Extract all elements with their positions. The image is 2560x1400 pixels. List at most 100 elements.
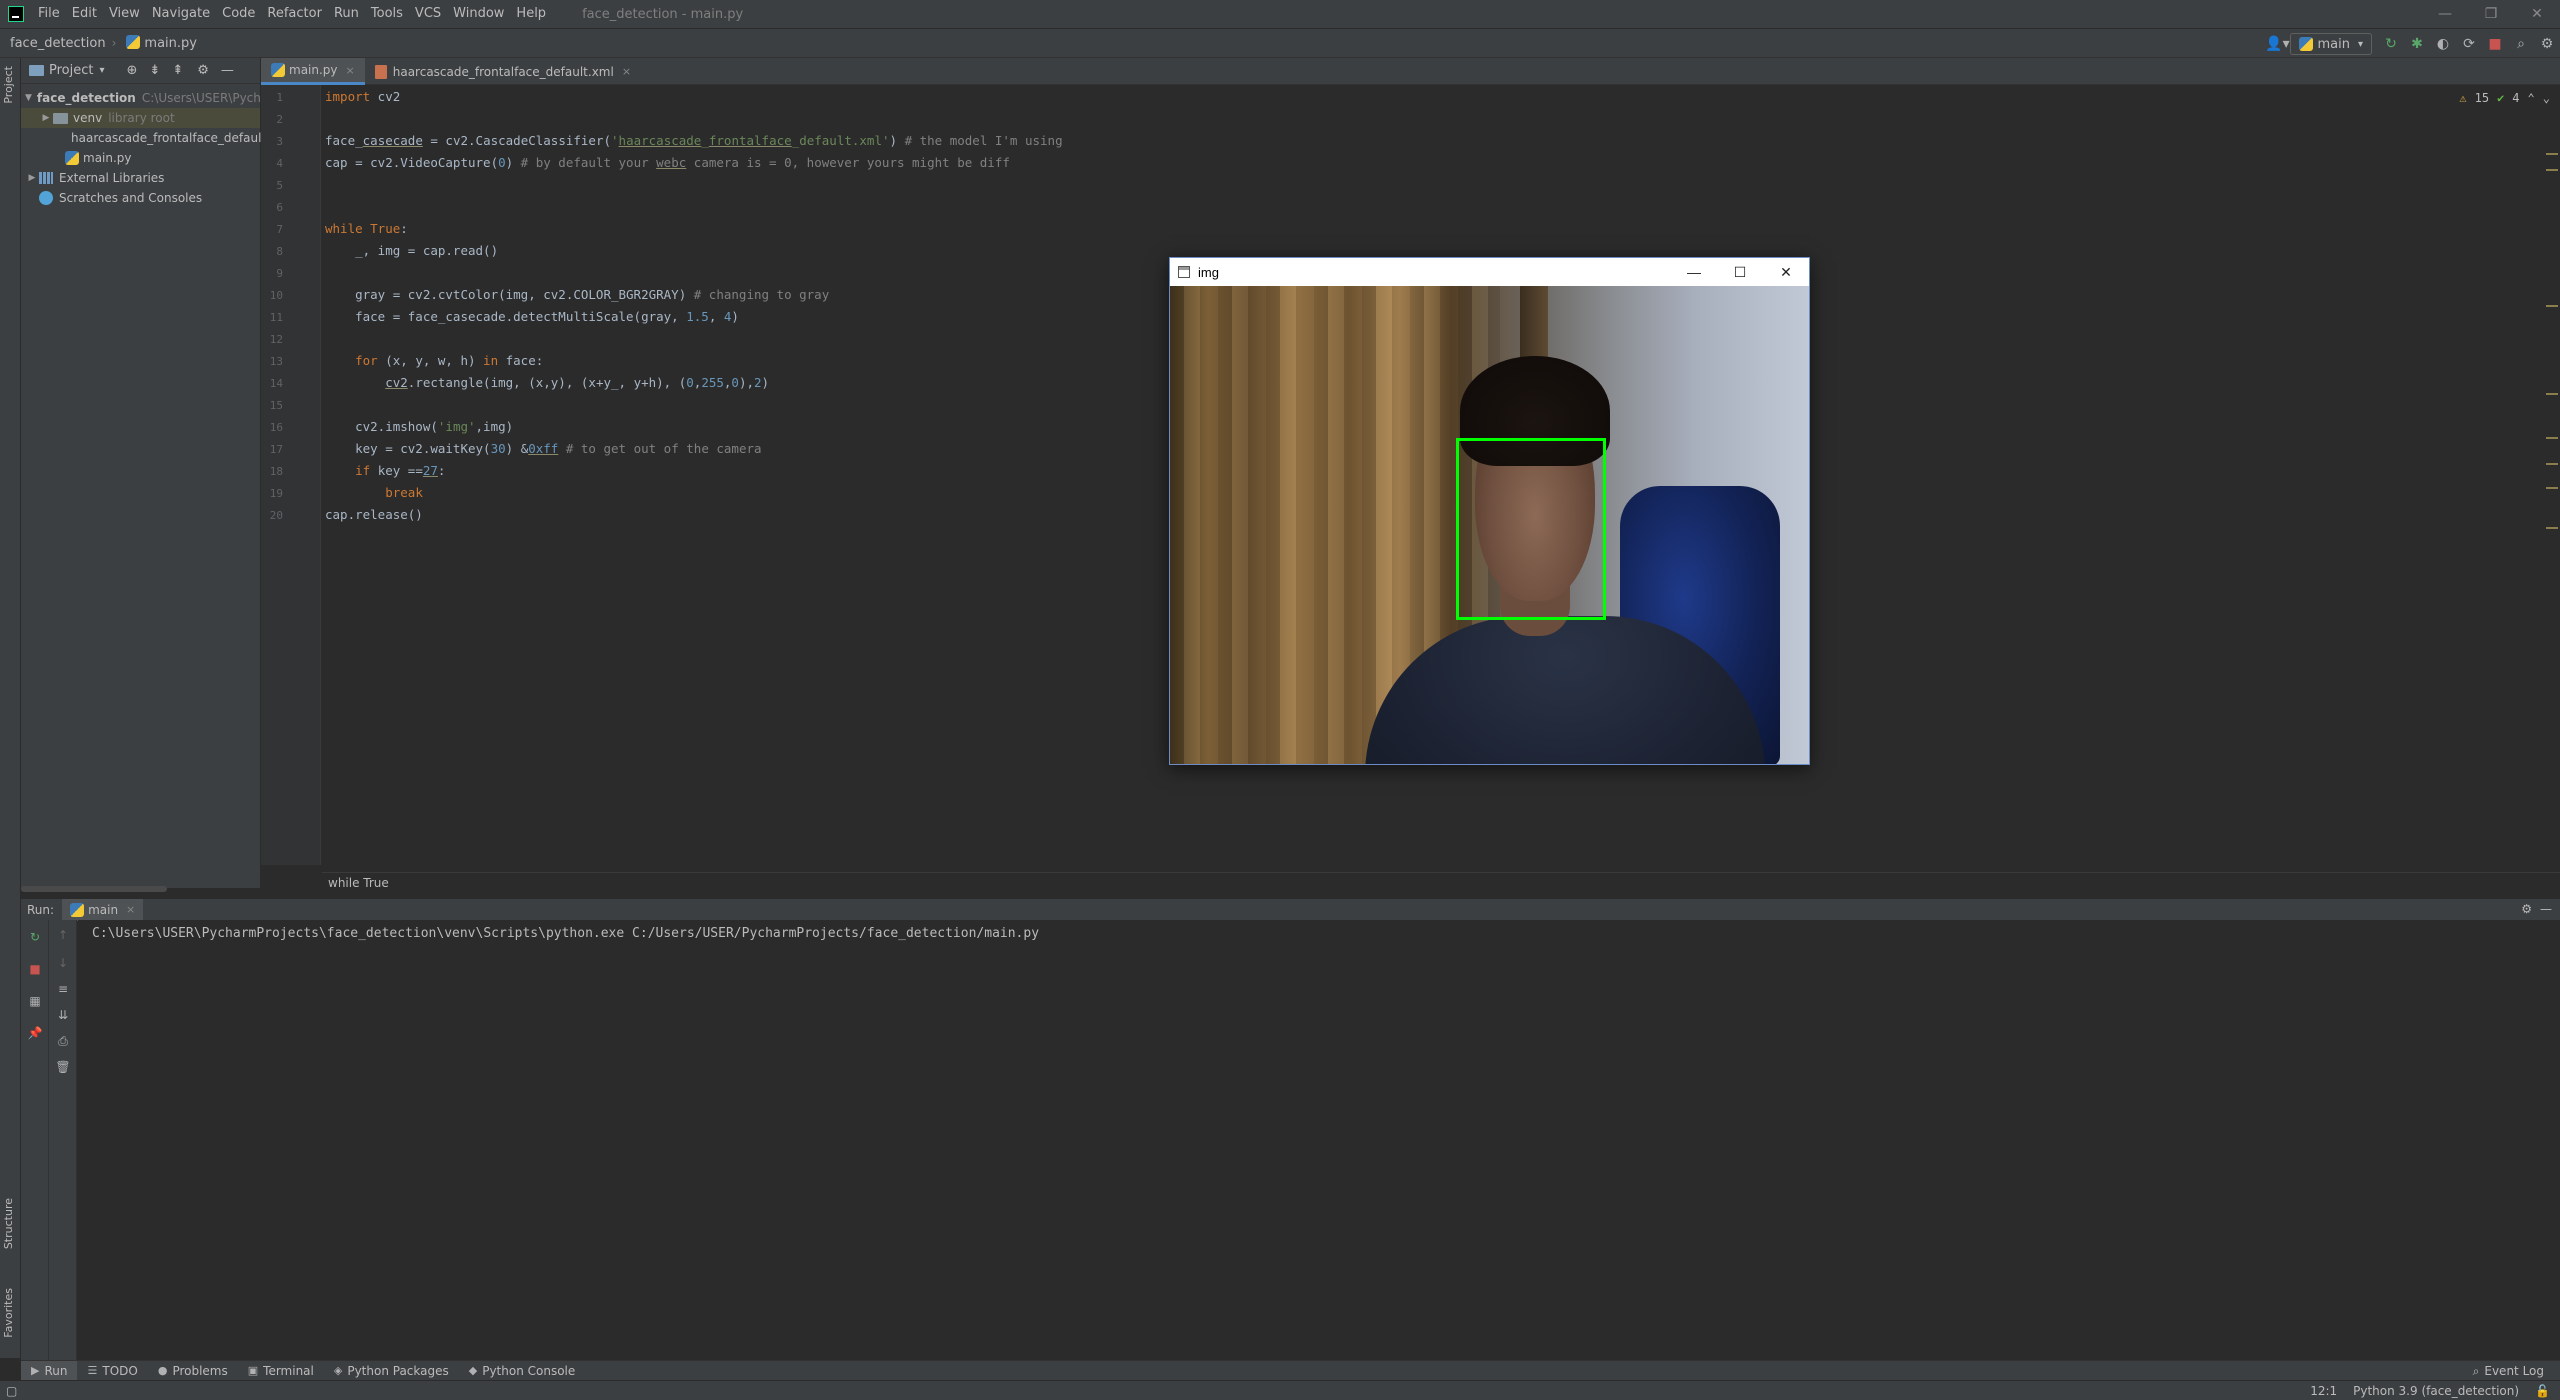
menu-help[interactable]: Help xyxy=(510,0,552,28)
scroll-to-end-icon[interactable]: ⇊ xyxy=(49,1008,77,1022)
settings-icon[interactable]: ⚙ xyxy=(2534,29,2560,59)
maximize-icon[interactable]: ☐ xyxy=(1717,258,1763,286)
menu-vcs[interactable]: VCS xyxy=(409,0,447,28)
stop-icon[interactable]: ■ xyxy=(21,962,49,976)
soft-wrap-icon[interactable]: ≡ xyxy=(49,982,77,996)
code-line-11: face = face_casecade.detectMultiScale(gr… xyxy=(325,309,739,324)
tool-tab-terminal[interactable]: ▣ Terminal xyxy=(238,1361,324,1381)
tab-haarcascade-xml[interactable]: haarcascade_frontalface_default.xml × xyxy=(365,58,641,85)
image-window-titlebar[interactable]: img — ☐ ✕ xyxy=(1170,258,1809,286)
pin-icon[interactable]: 📌 xyxy=(21,1026,49,1040)
menu-code[interactable]: Code xyxy=(216,0,261,28)
close-icon[interactable]: ✕ xyxy=(1763,258,1809,286)
menu-file[interactable]: File xyxy=(32,0,66,28)
menu-tools[interactable]: Tools xyxy=(365,0,409,28)
tree-item-main[interactable]: main.py xyxy=(21,148,260,168)
scrollbar-marker[interactable] xyxy=(2546,463,2558,465)
tool-tab-run[interactable]: ▶ Run xyxy=(21,1360,78,1381)
hide-icon[interactable]: — xyxy=(2540,902,2552,916)
project-panel-title[interactable]: Project xyxy=(49,63,93,78)
layout-icon[interactable]: ▦ xyxy=(21,994,49,1008)
line-number: 8 xyxy=(276,245,283,258)
structure-tool-tab[interactable]: Structure xyxy=(2,1198,15,1249)
tree-item-external[interactable]: ▶ External Libraries xyxy=(21,168,260,188)
rerun-icon[interactable]: ↻ xyxy=(21,930,49,944)
scrollbar-marker[interactable] xyxy=(2546,437,2558,439)
run-console[interactable]: C:\Users\USER\PycharmProjects\face_detec… xyxy=(78,920,2560,1360)
tool-tab-python-console[interactable]: ◆ Python Console xyxy=(459,1361,586,1381)
tree-item-venv[interactable]: ▶ venv library root xyxy=(21,108,260,128)
collapsed-arrow-icon[interactable]: ▶ xyxy=(39,113,53,123)
editor-breadcrumb[interactable]: while True xyxy=(328,876,389,890)
scrollbar-marker[interactable] xyxy=(2546,305,2558,307)
opencv-image-window[interactable]: img — ☐ ✕ xyxy=(1169,257,1810,765)
print-icon[interactable]: ⎙ xyxy=(49,1034,77,1049)
minimize-icon[interactable]: — xyxy=(1671,258,1717,286)
tree-item-xml[interactable]: haarcascade_frontalface_default.x xyxy=(21,128,277,148)
locate-icon[interactable]: ⊕ xyxy=(127,63,138,78)
tool-tab-problems[interactable]: ● Problems xyxy=(148,1361,238,1381)
arrow-down-icon[interactable]: ↓ xyxy=(49,956,77,970)
close-tab-icon[interactable]: × xyxy=(126,903,135,916)
scrollbar-marker[interactable] xyxy=(2546,153,2558,155)
favorites-tool-tab[interactable]: Favorites xyxy=(2,1288,15,1338)
python-file-icon xyxy=(126,35,141,49)
menu-view[interactable]: View xyxy=(103,0,146,28)
tool-tab-label: Terminal xyxy=(263,1363,314,1378)
tool-tab-python-packages[interactable]: ◈ Python Packages xyxy=(324,1361,459,1381)
scrollbar-marker[interactable] xyxy=(2546,169,2558,171)
tab-main-py[interactable]: main.py × xyxy=(261,58,365,85)
packages-icon: ◈ xyxy=(333,1364,343,1377)
horizontal-scrollbar[interactable] xyxy=(21,886,167,892)
menu-run[interactable]: Run xyxy=(328,0,365,28)
menu-navigate[interactable]: Navigate xyxy=(146,0,216,28)
run-configuration-select[interactable]: main ▾ xyxy=(2290,33,2372,55)
restore-icon[interactable]: ❐ xyxy=(2468,0,2514,28)
python-interpreter[interactable]: Python 3.9 (face_detection) xyxy=(2353,1384,2519,1398)
gear-icon[interactable]: ⚙ xyxy=(197,63,209,78)
minimize-icon[interactable]: — xyxy=(2422,0,2468,28)
gear-icon[interactable]: ⚙ xyxy=(2521,902,2532,916)
debug-icon[interactable]: ✱ xyxy=(2404,29,2430,59)
collapse-all-icon[interactable]: ⇞ xyxy=(172,63,183,78)
expanded-arrow-icon[interactable]: ▼ xyxy=(25,93,32,103)
caret-position[interactable]: 12:1 xyxy=(2310,1384,2337,1398)
run-tab-main[interactable]: main × xyxy=(62,898,144,921)
menu-refactor[interactable]: Refactor xyxy=(261,0,328,28)
lock-icon[interactable]: 🔓 xyxy=(2535,1384,2550,1398)
close-icon[interactable]: ✕ xyxy=(2514,0,2560,28)
chevron-down-icon[interactable]: ▾ xyxy=(99,65,104,76)
user-icon[interactable]: 👤▾ xyxy=(2264,29,2290,59)
profile-icon[interactable]: ⟳ xyxy=(2456,29,2482,59)
chevron-up-icon[interactable]: ⌃ xyxy=(2528,91,2535,105)
event-log-button[interactable]: ⌕ Event Log xyxy=(2473,1361,2544,1381)
hide-icon[interactable]: — xyxy=(221,63,234,78)
stop-icon[interactable]: ■ xyxy=(2482,29,2508,59)
breadcrumb-project[interactable]: face_detection xyxy=(0,36,112,51)
collapsed-arrow-icon[interactable]: ▶ xyxy=(25,173,39,183)
expand-all-icon[interactable]: ⇟ xyxy=(149,63,160,78)
line-number-gutter[interactable]: 1 2 3 4 5 6 7 8 9 10 11 12 13 14 15 16 1… xyxy=(261,85,321,865)
line-number: 14 xyxy=(269,377,283,390)
menu-edit[interactable]: Edit xyxy=(66,0,103,28)
coverage-icon[interactable]: ◐ xyxy=(2430,29,2456,59)
scrollbar-marker[interactable] xyxy=(2546,393,2558,395)
breadcrumb-file[interactable]: main.py xyxy=(116,35,203,51)
search-icon[interactable]: ⌕ xyxy=(2508,29,2534,59)
scrollbar-marker[interactable] xyxy=(2546,527,2558,529)
inspection-widget[interactable]: ⚠ 15 ✔ 4 ⌃ ⌄ xyxy=(2459,91,2550,105)
close-tab-icon[interactable]: × xyxy=(346,64,355,77)
rerun-icon[interactable]: ↻ xyxy=(2378,29,2404,59)
menu-window[interactable]: Window xyxy=(447,0,510,28)
tree-item-scratches[interactable]: Scratches and Consoles xyxy=(21,188,260,208)
close-tab-icon[interactable]: × xyxy=(622,65,631,78)
arrow-up-icon[interactable]: ↑ xyxy=(49,928,77,942)
tree-item-root[interactable]: ▼ face_detection C:\Users\USER\Pych xyxy=(21,88,261,108)
trash-icon[interactable]: 🗑 xyxy=(49,1060,77,1074)
tool-tab-todo[interactable]: ☰ TODO xyxy=(77,1361,147,1381)
chevron-down-icon[interactable]: ⌄ xyxy=(2543,91,2550,105)
scrollbar-marker[interactable] xyxy=(2546,487,2558,489)
code-line-14: cv2.rectangle(img, (x,y), (x+y_, y+h), (… xyxy=(385,375,770,390)
project-tool-tab[interactable]: Project xyxy=(2,66,15,104)
toggle-tool-windows-icon[interactable]: ▢ xyxy=(6,1384,17,1398)
